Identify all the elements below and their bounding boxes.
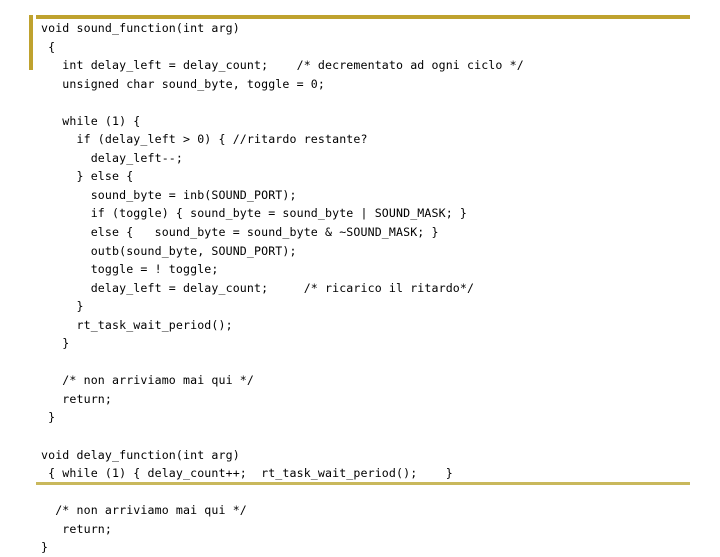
code-line: outb(sound_byte, SOUND_PORT); [41,243,297,258]
code-line: } [41,336,70,351]
code-line: int delay_left = delay_count; /* decreme… [41,58,524,73]
code-line: else { sound_byte = sound_byte & ~SOUND_… [41,225,439,240]
code-line: delay_left--; [41,150,184,165]
code-line: /* non arriviamo mai qui */ [41,373,255,388]
code-line: return; [41,391,113,406]
code-line: delay_left = delay_count; /* ricarico il… [41,280,475,295]
code-line: } [41,299,84,314]
slide-canvas: void sound_function(int arg) { int delay… [0,0,720,554]
left-gold-rule [29,15,33,70]
code-line: } else { [41,169,134,184]
code-line: if (toggle) { sound_byte = sound_byte | … [41,206,468,221]
code-line: while (1) { [41,113,141,128]
code-line: void sound_function(int arg) [41,21,240,35]
code-line: return; [41,521,113,536]
code-line: void delay_function(int arg) [41,447,240,462]
code-line: unsigned char sound_byte, toggle = 0; [41,76,326,91]
code-line: if (delay_left > 0) { //ritardo restante… [41,132,368,147]
code-line: toggle = ! toggle; [41,262,219,277]
code-line: { while (1) { delay_count++; rt_task_wai… [41,466,453,481]
code-block: void sound_function(int arg) { int delay… [41,19,701,557]
code-line: sound_byte = inb(SOUND_PORT); [41,187,297,202]
code-line: } [41,540,49,555]
code-line: } [41,410,56,425]
code-line: rt_task_wait_period(); [41,317,233,332]
code-line: { [41,39,56,54]
code-line: /* non arriviamo mai qui */ [41,503,247,518]
